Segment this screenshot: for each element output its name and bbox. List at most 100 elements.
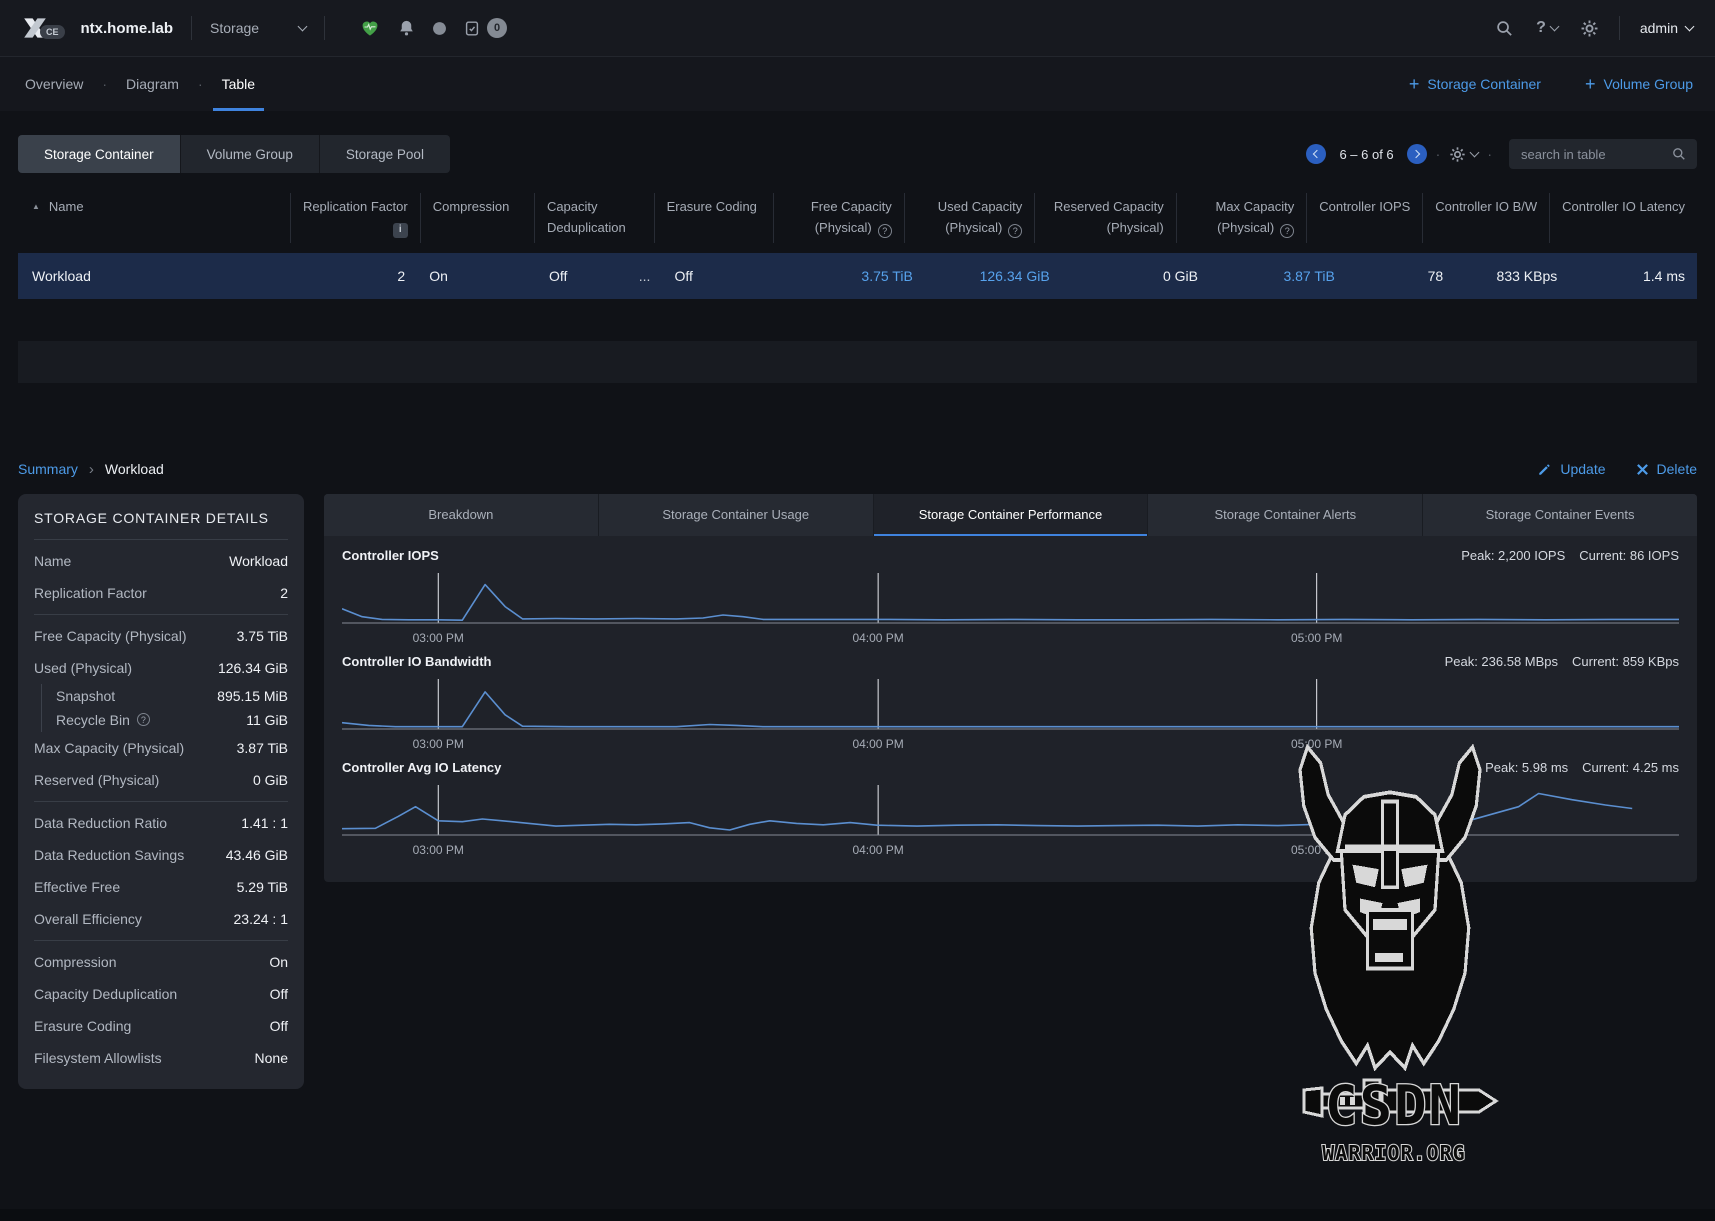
table-settings-gear-icon[interactable] [1449, 146, 1478, 163]
pagination-label: 6 – 6 of 6 [1339, 147, 1393, 162]
username: admin [1640, 20, 1678, 36]
cell-value: 0 GiB [1163, 268, 1198, 284]
chevron-down-icon [298, 22, 308, 32]
health-heart-icon[interactable] [359, 18, 381, 38]
cell-max-capacity-physical: 3.87 TiB [1210, 268, 1347, 284]
detail-value: 1.41 : 1 [241, 815, 288, 831]
tasks-icon[interactable]: 0 [463, 18, 507, 38]
detail-row-free-capacity-physical: Free Capacity (Physical)3.75 TiB [34, 620, 288, 652]
detail-row-erasure-coding: Erasure CodingOff [34, 1010, 288, 1042]
column-header-controller-iops[interactable]: Controller IOPS [1306, 193, 1422, 243]
detail-row-snapshot: Snapshot895.15 MiB [41, 684, 288, 708]
delete-button[interactable]: Delete [1636, 461, 1697, 477]
detail-label: Capacity Deduplication [34, 986, 177, 1002]
nav-item-overview[interactable]: Overview [22, 57, 86, 111]
chart-title: Controller IOPS [342, 548, 439, 563]
chevron-down-icon [1470, 148, 1480, 158]
column-label: Capacity Deduplication [547, 199, 626, 235]
search-icon[interactable] [1495, 19, 1514, 38]
cell-capacity-deduplication: Off... [537, 268, 662, 284]
detail-value: None [255, 1050, 288, 1066]
x-tick-label: 03:00 PM [413, 737, 464, 751]
divider [324, 16, 325, 40]
tab-breakdown[interactable]: Breakdown [324, 494, 598, 536]
chevron-down-icon [1685, 22, 1695, 32]
cell-free-capacity-physical: 3.75 TiB [788, 268, 925, 284]
add-volume-group-button[interactable]: +Volume Group [1585, 75, 1693, 93]
breadcrumb-summary-link[interactable]: Summary [18, 461, 78, 477]
detail-label: Used (Physical) [34, 660, 132, 676]
pencil-icon [1537, 462, 1552, 477]
tab-storage-container-alerts[interactable]: Storage Container Alerts [1147, 494, 1422, 536]
update-button[interactable]: Update [1537, 461, 1605, 477]
table-row[interactable]: Workload2OnOff...Off3.75 TiB126.34 GiB0 … [18, 253, 1697, 299]
detail-label: Compression [34, 954, 116, 970]
settings-gear-icon[interactable] [1580, 19, 1599, 38]
help-menu[interactable]: ? [1536, 19, 1558, 37]
column-header-reserved-capacity-physical[interactable]: Reserved Capacity (Physical) [1034, 193, 1175, 243]
nav-item-table[interactable]: Table [219, 57, 258, 111]
breadcrumb: Summary › Workload [18, 461, 164, 478]
cell-value: 2 [397, 268, 405, 284]
table-search-input[interactable] [1519, 146, 1671, 163]
ellipsis: ... [639, 268, 651, 284]
alerts-bell-icon[interactable] [397, 19, 416, 38]
column-label: Controller IOPS [1319, 199, 1410, 214]
pagination-next-button[interactable] [1407, 144, 1427, 164]
cell-value: 78 [1428, 268, 1444, 284]
detail-row-reserved-physical: Reserved (Physical)0 GiB [34, 764, 288, 796]
column-header-controller-io-latency[interactable]: Controller IO Latency [1549, 193, 1697, 243]
detail-label: Max Capacity (Physical) [34, 740, 184, 756]
column-header-name[interactable]: ▲Name [18, 193, 290, 243]
user-menu[interactable]: admin [1640, 20, 1693, 36]
x-tick-label: 05:00 PM [1291, 843, 1342, 857]
performance-panel: BreakdownStorage Container UsageStorage … [324, 494, 1697, 882]
tab-volume-group[interactable]: Volume Group [180, 135, 319, 173]
pagination-prev-button[interactable] [1306, 144, 1326, 164]
tab-storage-container-usage[interactable]: Storage Container Usage [598, 494, 873, 536]
column-header-free-capacity-physical[interactable]: Free Capacity (Physical)? [773, 193, 904, 243]
main-content: Storage ContainerVolume GroupStorage Poo… [0, 111, 1715, 1089]
help-icon[interactable]: ? [878, 224, 892, 238]
detail-row-max-capacity-physical: Max Capacity (Physical) 3.87 TiB [34, 732, 288, 764]
tab-storage-container-performance[interactable]: Storage Container Performance [873, 494, 1148, 536]
detail-label: Recycle Bin? [56, 712, 150, 728]
column-header-max-capacity-physical[interactable]: Max Capacity (Physical)? [1176, 193, 1307, 243]
performance-charts: Controller IOPSPeak: 2,200 IOPSCurrent: … [324, 536, 1697, 882]
add-storage-container-button[interactable]: +Storage Container [1409, 75, 1541, 93]
app-root: CE ntx.home.lab Storage 0 [0, 0, 1715, 1089]
watermark-subtitle: WARRIOR.ORG [1322, 1141, 1465, 1165]
chevron-down-icon [1549, 22, 1559, 32]
column-header-controller-io-b-w[interactable]: Controller IO B/W [1422, 193, 1549, 243]
column-header-used-capacity-physical[interactable]: Used Capacity (Physical)? [904, 193, 1035, 243]
tab-storage-container[interactable]: Storage Container [18, 135, 180, 173]
detail-value: 3.75 TiB [237, 628, 288, 644]
column-header-erasure-coding[interactable]: Erasure Coding [654, 193, 774, 243]
chart-current-label: Current: 4.25 ms [1582, 760, 1679, 775]
help-icon[interactable]: ? [1008, 224, 1022, 238]
column-header-capacity-deduplication[interactable]: Capacity Deduplication [534, 193, 654, 243]
help-icon[interactable]: ? [1280, 224, 1294, 238]
column-label: Controller IO Latency [1562, 199, 1685, 214]
cell-value: 1.4 ms [1643, 268, 1685, 284]
tab-storage-container-events[interactable]: Storage Container Events [1422, 494, 1697, 536]
update-label: Update [1560, 461, 1605, 477]
section-menu[interactable]: Storage [210, 20, 306, 36]
column-header-replication-factor[interactable]: Replication Factori [290, 193, 420, 243]
cluster-name: ntx.home.lab [81, 20, 174, 37]
sort-asc-icon[interactable]: ▲ [32, 202, 40, 211]
detail-value: On [269, 954, 288, 970]
detail-value: 3.87 TiB [237, 740, 288, 756]
detail-label: Data Reduction Savings [34, 847, 184, 863]
ce-badge: CE [40, 25, 65, 39]
column-label: Compression [433, 199, 510, 214]
info-icon[interactable]: i [393, 223, 408, 238]
detail-group: Free Capacity (Physical)3.75 TiB Used (Ph… [34, 614, 288, 801]
tab-storage-pool[interactable]: Storage Pool [319, 135, 450, 173]
column-header-compression[interactable]: Compression [420, 193, 534, 243]
detail-row-name: NameWorkload [34, 545, 288, 577]
chart-title: Controller IO Bandwidth [342, 654, 492, 669]
nav-item-diagram[interactable]: Diagram [123, 57, 182, 111]
cell-value: 3.75 TiB [861, 268, 912, 284]
help-icon[interactable]: ? [137, 713, 150, 726]
